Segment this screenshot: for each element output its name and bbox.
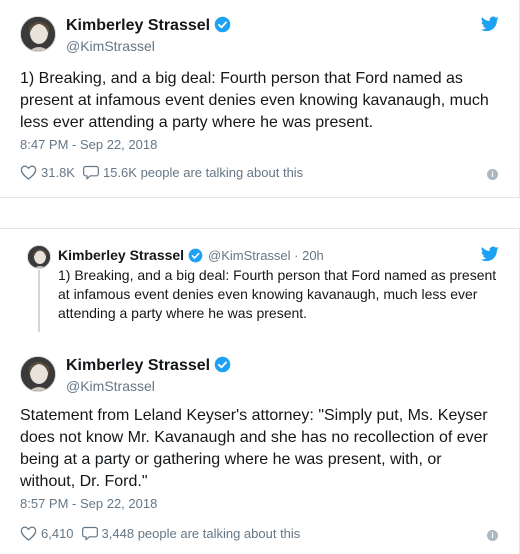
talking-count: 15.6K people are talking about this: [102, 165, 304, 180]
speech-bubble-icon: [81, 526, 98, 541]
verified-badge-icon: [214, 16, 231, 33]
like-button[interactable]: 6,410: [20, 526, 74, 541]
author-handle[interactable]: @KimStrassel: [66, 378, 155, 394]
tweet-text: 1) Breaking, and a big deal: Fourth pers…: [20, 70, 489, 131]
author-handle[interactable]: @KimStrassel: [66, 38, 155, 54]
quoted-avatar[interactable]: [27, 245, 51, 269]
heart-icon: [20, 526, 37, 541]
talking-link[interactable]: 3,448 people are talking about this: [81, 526, 301, 541]
twitter-bird-icon[interactable]: [481, 16, 499, 32]
tweet-timestamp[interactable]: 8:47 PM - Sep 22, 2018: [20, 137, 157, 152]
tweet-card: Kimberley Strassel @KimStrassel 1) Break…: [0, 0, 520, 198]
verified-badge-icon: [188, 248, 203, 263]
twitter-bird-icon[interactable]: [481, 246, 499, 262]
thread-line: [38, 270, 40, 332]
author-name[interactable]: Kimberley Strassel: [66, 357, 210, 374]
quoted-tweet-text: 1) Breaking, and a big deal: Fourth pers…: [58, 267, 497, 321]
author-name[interactable]: Kimberley Strassel: [66, 17, 210, 34]
like-button[interactable]: 31.8K: [20, 165, 75, 180]
talking-count: 3,448 people are talking about this: [101, 526, 301, 541]
like-count: 31.8K: [41, 165, 75, 180]
like-count: 6,410: [41, 526, 74, 541]
separator: [0, 198, 520, 228]
tweet-text: Statement from Leland Keyser's attorney:…: [20, 407, 488, 490]
avatar[interactable]: [20, 356, 56, 392]
heart-icon: [20, 165, 37, 180]
info-icon[interactable]: i: [487, 169, 498, 180]
quoted-author-name[interactable]: Kimberley Strassel: [58, 247, 184, 263]
speech-bubble-icon: [83, 165, 99, 180]
info-icon[interactable]: i: [487, 530, 498, 541]
verified-badge-icon: [214, 356, 231, 373]
quoted-author-handle[interactable]: @KimStrassel · 20h: [208, 248, 324, 263]
talking-link[interactable]: 15.6K people are talking about this: [83, 165, 303, 180]
tweet-timestamp[interactable]: 8:57 PM - Sep 22, 2018: [20, 496, 157, 511]
avatar[interactable]: [20, 16, 56, 52]
